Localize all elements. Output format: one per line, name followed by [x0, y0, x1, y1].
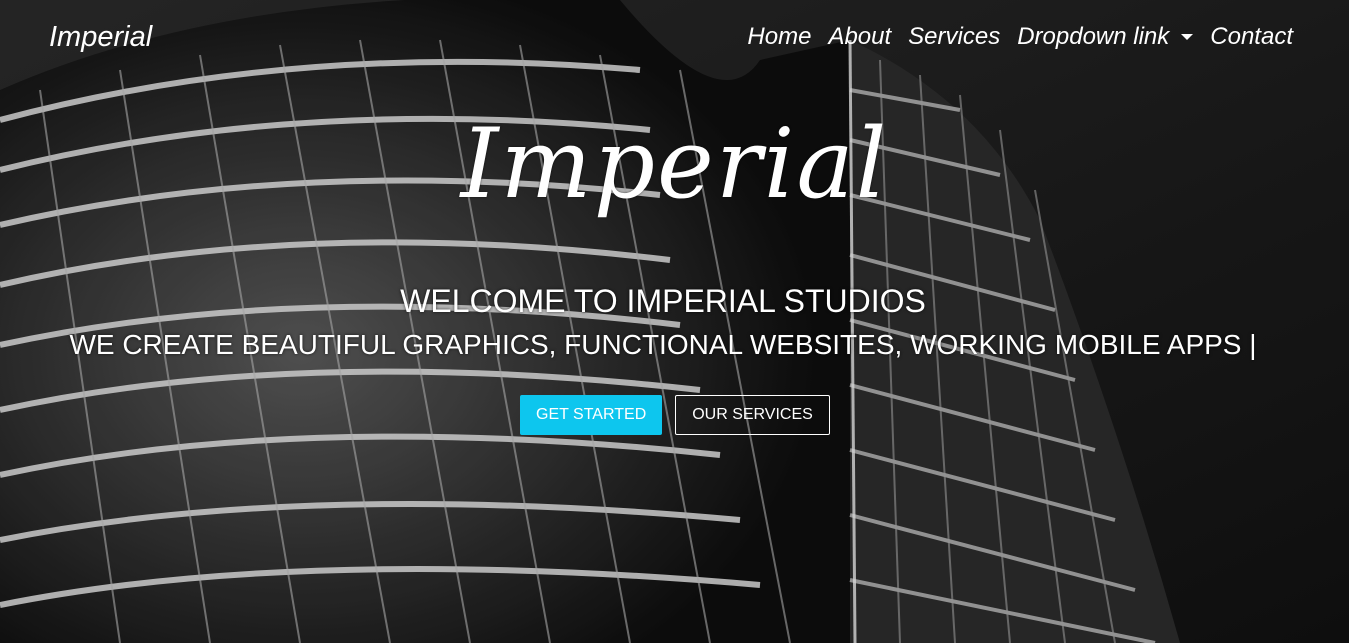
hero-script-title: Imperial	[460, 108, 889, 220]
hero-button-row: GET STARTED OUR SERVICES	[520, 395, 830, 435]
hero-welcome-heading: WELCOME TO IMPERIAL STUDIOS	[400, 283, 926, 319]
hero-section: Imperial Home About Services Dropdown li…	[0, 0, 1349, 643]
hero-tagline: WE CREATE BEAUTIFUL GRAPHICS, FUNCTIONAL…	[69, 329, 1257, 360]
hero-content: Imperial WELCOME TO IMPERIAL STUDIOS WE …	[0, 0, 1349, 643]
get-started-button[interactable]: GET STARTED	[520, 395, 662, 435]
our-services-button[interactable]: OUR SERVICES	[675, 395, 830, 435]
